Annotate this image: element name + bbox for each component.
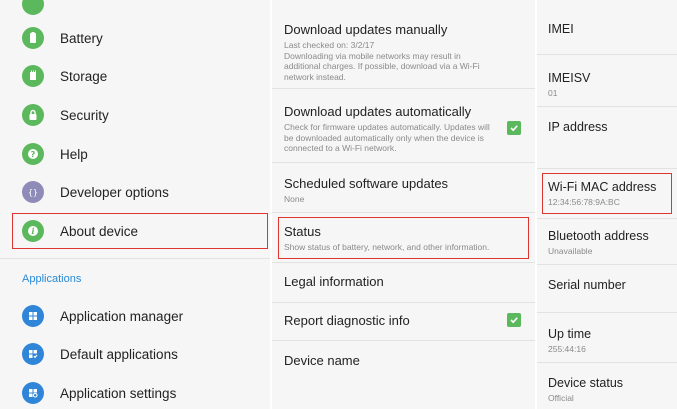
info-value: 01: [548, 88, 558, 98]
info-title: Bluetooth address: [548, 229, 649, 243]
auto-update-checkbox[interactable]: [507, 121, 521, 135]
row-report-diagnostic-info[interactable]: Report diagnostic info: [272, 313, 535, 329]
status-row-bluetooth-address[interactable]: Bluetooth address Unavailable: [537, 229, 677, 256]
row-title: Device name: [284, 353, 360, 368]
sidebar-item-label: Application manager: [60, 308, 184, 324]
lock-icon: [22, 104, 44, 126]
row-title: Download updates automatically: [284, 104, 472, 119]
divider: [272, 88, 535, 89]
sidebar-item-developer-options[interactable]: {} Developer options: [12, 174, 268, 210]
sidebar-item-storage[interactable]: Storage: [12, 58, 268, 94]
about-device-highlight: [12, 213, 268, 249]
storage-icon: [22, 65, 44, 87]
sidebar-item-default-applications[interactable]: Default applications: [12, 336, 268, 372]
row-device-name[interactable]: Device name: [272, 353, 535, 369]
svg-text:{}: {}: [28, 188, 38, 197]
info-value: 255:44:16: [548, 344, 586, 354]
divider: [0, 258, 270, 259]
status-row-ip-address[interactable]: IP address: [537, 120, 677, 135]
wifi-mac-highlight: [542, 173, 672, 214]
sidebar-item-label: Developer options: [60, 184, 169, 200]
divider: [272, 162, 535, 163]
row-title: Legal information: [284, 274, 384, 289]
sidebar-item-label: Battery: [60, 30, 103, 46]
status-row-up-time[interactable]: Up time 255:44:16: [537, 327, 677, 354]
row-subtitle: None: [284, 194, 305, 204]
status-row-serial-number[interactable]: Serial number: [537, 278, 677, 293]
divider: [272, 262, 535, 263]
battery-icon: [22, 27, 44, 49]
sidebar-item-label: Help: [60, 146, 88, 162]
row-title: Report diagnostic info: [284, 313, 410, 328]
developer-braces-icon: {}: [22, 181, 44, 203]
row-title: Download updates manually: [284, 22, 448, 37]
check-icon: [510, 125, 518, 132]
divider: [537, 264, 677, 265]
diagnostic-checkbox[interactable]: [507, 313, 521, 327]
sidebar-item-label: Security: [60, 107, 109, 123]
svg-text:?: ?: [31, 150, 36, 159]
sidebar-item-battery[interactable]: Battery: [12, 20, 268, 56]
divider: [537, 362, 677, 363]
status-highlight: [278, 217, 529, 259]
default-apps-icon: [22, 343, 44, 365]
status-row-imeisv[interactable]: IMEISV 01: [537, 71, 677, 98]
info-value: Unavailable: [548, 246, 593, 256]
status-row-device-status[interactable]: Device status Official: [537, 376, 677, 403]
grid-icon: [22, 305, 44, 327]
sidebar-item-help[interactable]: ? Help: [12, 136, 268, 172]
section-header-applications: Applications: [22, 273, 82, 285]
divider: [537, 312, 677, 313]
divider: [272, 302, 535, 303]
sidebar-item-application-manager[interactable]: Application manager: [12, 298, 268, 334]
info-title: IP address: [548, 120, 608, 134]
divider: [272, 340, 535, 341]
partial-icon: [22, 0, 44, 15]
about-device-panel: Download updates manually Last checked o…: [272, 0, 535, 409]
settings-menu-panel: Battery Storage Security ? Help {} Devel…: [0, 0, 270, 409]
row-subtitle: Last checked on: 3/2/17 Downloading via …: [284, 40, 480, 82]
divider: [272, 212, 535, 213]
sidebar-item-label: Default applications: [60, 346, 178, 362]
row-download-updates-manually[interactable]: Download updates manually Last checked o…: [272, 22, 535, 82]
row-download-updates-automatically[interactable]: Download updates automatically Check for…: [272, 104, 535, 154]
divider: [537, 106, 677, 107]
divider: [537, 54, 677, 55]
sidebar-item-security[interactable]: Security: [12, 97, 268, 133]
info-title: IMEI: [548, 22, 574, 36]
sidebar-item-label: Storage: [60, 68, 108, 84]
sidebar-item-partial[interactable]: [12, 0, 268, 22]
row-title: Scheduled software updates: [284, 176, 449, 191]
info-title: Serial number: [548, 278, 626, 292]
sidebar-item-label: Application settings: [60, 385, 177, 401]
divider: [537, 218, 677, 219]
info-title: IMEISV: [548, 71, 591, 85]
row-subtitle: Check for firmware updates automatically…: [284, 122, 490, 153]
app-settings-icon: [22, 382, 44, 404]
row-scheduled-software-updates[interactable]: Scheduled software updates None: [272, 176, 535, 205]
help-icon: ?: [22, 143, 44, 165]
status-panel: IMEI IMEISV 01 IP address Wi-Fi MAC addr…: [537, 0, 677, 409]
info-value: Official: [548, 393, 574, 403]
status-row-imei[interactable]: IMEI: [537, 22, 677, 37]
check-icon: [510, 317, 518, 324]
info-title: Up time: [548, 327, 592, 341]
sidebar-item-application-settings[interactable]: Application settings: [12, 375, 268, 409]
row-legal-information[interactable]: Legal information: [272, 274, 535, 290]
divider: [537, 168, 677, 169]
info-title: Device status: [548, 376, 624, 390]
